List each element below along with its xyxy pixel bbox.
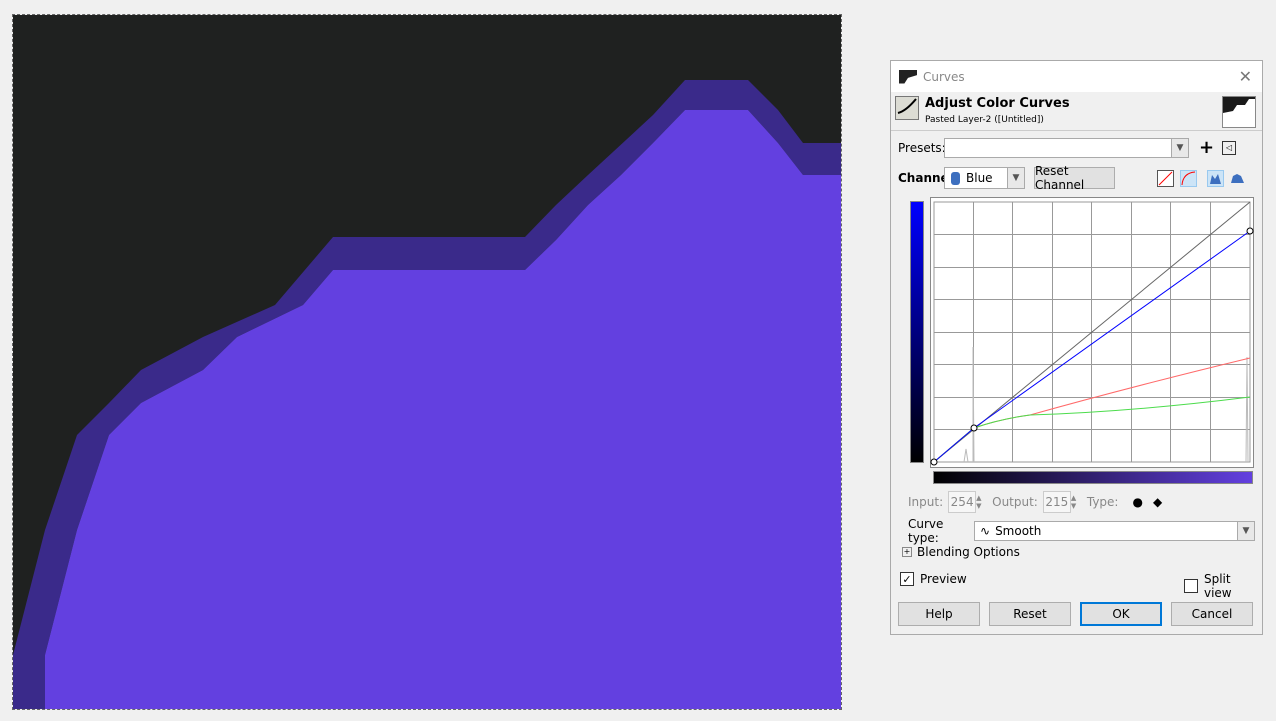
channel-label: Channel: bbox=[898, 171, 958, 185]
vertical-gradient-bar bbox=[910, 201, 924, 463]
smooth-curve-icon: ∿ bbox=[980, 524, 991, 538]
reset-channel-button[interactable]: Reset Channel bbox=[1034, 164, 1115, 192]
help-button[interactable]: Help bbox=[898, 602, 980, 626]
curve-point-selected[interactable] bbox=[1246, 227, 1254, 235]
preview-checkbox[interactable]: ✓ Preview bbox=[900, 572, 967, 586]
reset-button[interactable]: Reset bbox=[989, 602, 1071, 626]
close-icon[interactable]: ✕ bbox=[1239, 67, 1252, 86]
chevron-down-icon: ▼ bbox=[1237, 522, 1254, 540]
title-bar: Curves ✕ bbox=[891, 61, 1262, 92]
curves-dialog: Curves ✕ Adjust Color Curves Pasted Laye… bbox=[890, 60, 1263, 635]
image-canvas[interactable] bbox=[12, 14, 842, 710]
horizontal-gradient-bar bbox=[933, 471, 1253, 484]
channel-color-icon bbox=[951, 171, 960, 185]
chevron-down-icon: ▼ bbox=[1007, 168, 1024, 188]
split-view-checkbox[interactable]: Split view bbox=[1184, 572, 1262, 600]
input-field[interactable]: 254 bbox=[948, 491, 977, 513]
gimp-icon bbox=[899, 69, 917, 84]
linear-histogram-icon[interactable] bbox=[1157, 169, 1174, 187]
layer-thumbnail bbox=[1222, 96, 1256, 128]
header-subtitle: Pasted Layer-2 ([Untitled]) bbox=[925, 115, 1044, 125]
input-spinner[interactable]: ▲ ▼ bbox=[976, 494, 986, 510]
image-purple-region bbox=[45, 110, 841, 709]
curves-graph[interactable] bbox=[930, 197, 1255, 469]
output-spinner[interactable]: ▲ ▼ bbox=[1071, 494, 1081, 510]
channel-dropdown[interactable]: Blue ▼ bbox=[944, 167, 1025, 189]
chevron-down-icon: ▼ bbox=[1171, 138, 1188, 157]
point-row: Input: 254 ▲ ▼ Output: 215 ▲ ▼ Type: ● ◆ bbox=[908, 491, 1162, 513]
curve-type-dropdown[interactable]: ∿ Smooth ▼ bbox=[974, 521, 1255, 541]
curve-point[interactable] bbox=[930, 458, 938, 466]
dialog-header: Adjust Color Curves Pasted Layer-2 ([Unt… bbox=[891, 92, 1262, 131]
corner-point-type-icon[interactable]: ◆ bbox=[1153, 495, 1162, 509]
curves-icon bbox=[895, 96, 919, 120]
channel-row: Channel: Blue ▼ Reset Channel bbox=[898, 164, 1247, 192]
add-preset-icon[interactable]: + bbox=[1199, 137, 1214, 158]
smooth-point-type-icon[interactable]: ● bbox=[1132, 495, 1142, 509]
checkbox-unchecked-icon bbox=[1184, 579, 1198, 593]
preset-menu-icon[interactable]: ◁ bbox=[1222, 140, 1237, 155]
expand-icon: + bbox=[902, 547, 912, 557]
presets-row: Presets: ▼ + ◁ bbox=[898, 137, 1237, 158]
log-histogram-icon[interactable] bbox=[1180, 169, 1197, 187]
cancel-button[interactable]: Cancel bbox=[1171, 602, 1253, 626]
histogram-bar-icon[interactable] bbox=[1207, 169, 1224, 187]
presets-label: Presets: bbox=[898, 140, 946, 155]
output-field[interactable]: 215 bbox=[1042, 491, 1071, 513]
checkbox-checked-icon: ✓ bbox=[900, 572, 914, 586]
curve-type-row: Curve type: ∿ Smooth ▼ bbox=[908, 517, 1255, 545]
curve-point[interactable] bbox=[970, 424, 978, 432]
histogram-filled-icon[interactable] bbox=[1230, 170, 1247, 187]
blending-options-expander[interactable]: + Blending Options bbox=[902, 545, 1020, 559]
ok-button[interactable]: OK bbox=[1080, 602, 1162, 626]
header-title: Adjust Color Curves bbox=[925, 96, 1070, 111]
presets-dropdown[interactable]: ▼ bbox=[944, 137, 1189, 158]
dialog-title: Curves bbox=[923, 69, 965, 84]
